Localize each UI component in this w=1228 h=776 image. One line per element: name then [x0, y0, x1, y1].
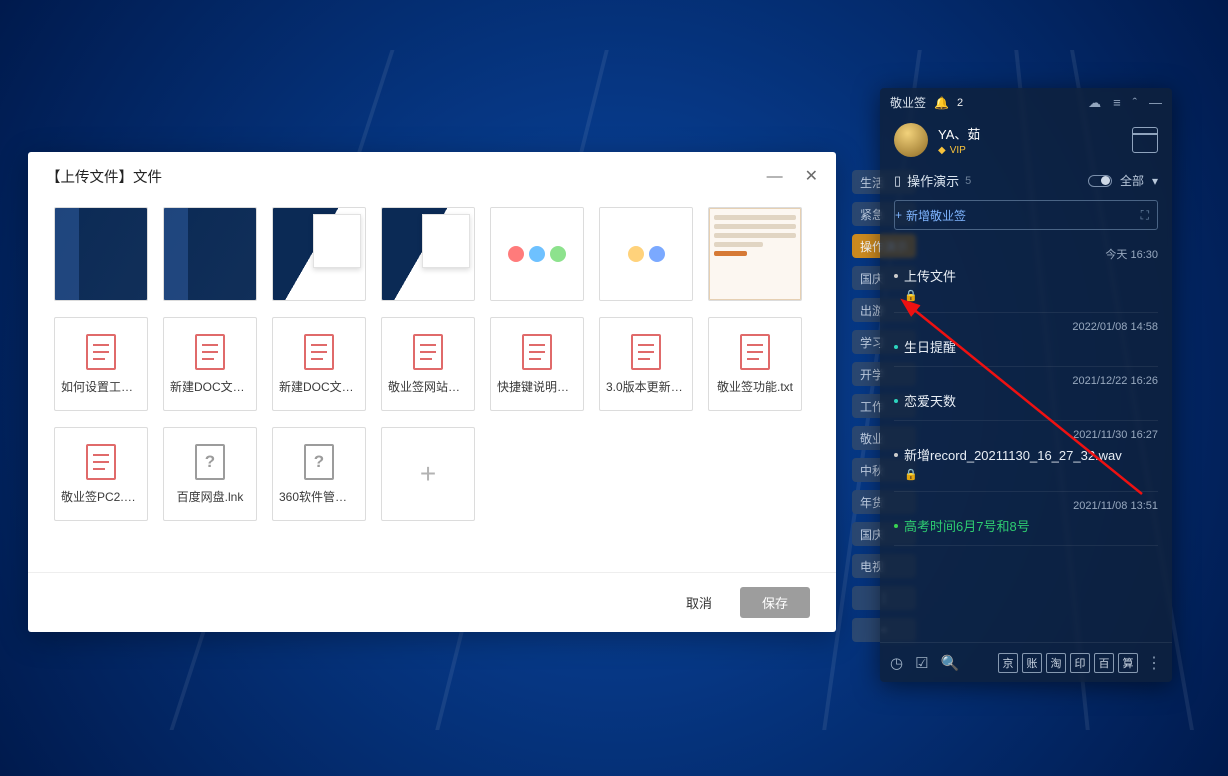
- file-tile[interactable]: ?360软件管家.lnk: [272, 427, 366, 521]
- note-item[interactable]: 2021/12/22 16:26 恋爱天数: [894, 367, 1158, 421]
- file-thumbnail-selected[interactable]: [708, 207, 802, 301]
- note-timestamp: 今天 16:30: [894, 246, 1158, 262]
- file-name: 如何设置工作...: [61, 378, 141, 395]
- section-title: 操作演示: [907, 171, 959, 190]
- note-timestamp: 2021/12/22 16:26: [894, 375, 1158, 387]
- file-tile[interactable]: ?百度网盘.lnk: [163, 427, 257, 521]
- lock-icon: 🔒: [904, 289, 1158, 302]
- file-tile[interactable]: 新建DOC文档(...: [163, 317, 257, 411]
- shortcut-button[interactable]: 京: [998, 653, 1018, 673]
- note-timestamp: 2021/11/08 13:51: [894, 500, 1158, 512]
- file-name: 新建DOC文档(...: [279, 378, 359, 395]
- file-name: 新建DOC文档(...: [170, 378, 250, 395]
- add-note-button[interactable]: + 新增敬业签 ⛶: [894, 200, 1158, 230]
- list-icon[interactable]: ≡: [1113, 95, 1121, 111]
- section-count: 5: [965, 175, 971, 187]
- save-button[interactable]: 保存: [740, 587, 810, 618]
- app-name: 敬业签: [890, 94, 926, 111]
- app-panel: 敬业签 🔔 2 ☁ ≡ ˆ — YA、茹 ◆ VIP ▯ 操作演示 5 全部 ▾: [880, 88, 1172, 682]
- close-button[interactable]: ✕: [805, 169, 818, 185]
- file-thumbnail[interactable]: [490, 207, 584, 301]
- file-thumbnail[interactable]: [163, 207, 257, 301]
- avatar[interactable]: [894, 123, 928, 157]
- expand-icon[interactable]: ⛶: [1141, 208, 1149, 223]
- file-name: 快捷键说明书...: [497, 378, 577, 395]
- chevron-down-icon[interactable]: ▾: [1152, 174, 1158, 188]
- add-note-label: 新增敬业签: [906, 207, 966, 224]
- chevron-up-icon[interactable]: ˆ: [1133, 95, 1137, 111]
- note-text: 新增record_20211130_16_27_32.wav: [904, 445, 1122, 464]
- notif-count: 2: [957, 97, 963, 109]
- shortcut-button[interactable]: 账: [1022, 653, 1042, 673]
- shortcut-button[interactable]: 淘: [1046, 653, 1066, 673]
- file-tile[interactable]: 敬业签PC2.9.0...: [54, 427, 148, 521]
- note-timestamp: 2021/11/30 16:27: [894, 429, 1158, 441]
- lock-icon: 🔒: [904, 468, 1158, 481]
- file-name: 3.0版本更新会...: [606, 378, 686, 395]
- file-tile[interactable]: 敬业签网站账...: [381, 317, 475, 411]
- minimize-icon[interactable]: —: [1149, 95, 1162, 111]
- cancel-button[interactable]: 取消: [674, 587, 724, 618]
- note-text: 恋爱天数: [904, 391, 956, 410]
- note-text: 生日提醒: [904, 337, 956, 356]
- vip-label: VIP: [950, 145, 966, 156]
- plus-icon: +: [895, 208, 902, 222]
- toggle-switch[interactable]: [1088, 175, 1112, 187]
- more-icon[interactable]: ⋮: [1146, 653, 1162, 673]
- shortcut-button[interactable]: 百: [1094, 653, 1114, 673]
- note-text: 高考时间6月7号和8号: [904, 516, 1030, 535]
- file-tile[interactable]: 新建DOC文档(...: [272, 317, 366, 411]
- note-list: 今天 16:30 上传文件 🔒 2022/01/08 14:58 生日提醒 20…: [880, 238, 1172, 642]
- file-tile[interactable]: 敬业签功能.txt: [708, 317, 802, 411]
- bell-icon[interactable]: 🔔: [934, 96, 949, 110]
- bookmark-icon: ▯: [894, 173, 901, 189]
- file-thumbnail[interactable]: [54, 207, 148, 301]
- file-name: 敬业签功能.txt: [715, 378, 795, 395]
- note-item[interactable]: 2021/11/08 13:51 高考时间6月7号和8号: [894, 492, 1158, 546]
- file-tile[interactable]: 3.0版本更新会...: [599, 317, 693, 411]
- add-file-button[interactable]: +: [381, 427, 475, 521]
- calendar-icon[interactable]: [1132, 127, 1158, 153]
- cloud-icon[interactable]: ☁: [1088, 95, 1101, 111]
- file-thumbnail[interactable]: [272, 207, 366, 301]
- file-name: 敬业签PC2.9.0...: [61, 488, 141, 505]
- note-text: 上传文件: [904, 266, 956, 285]
- check-icon[interactable]: ☑: [915, 654, 928, 672]
- shortcut-button[interactable]: 算: [1118, 653, 1138, 673]
- minimize-button[interactable]: —: [767, 169, 783, 185]
- note-item[interactable]: 今天 16:30 上传文件 🔒: [894, 238, 1158, 313]
- filter-label[interactable]: 全部: [1120, 172, 1144, 189]
- file-thumbnail[interactable]: [599, 207, 693, 301]
- shortcut-button[interactable]: 印: [1070, 653, 1090, 673]
- upload-dialog: 【上传文件】文件 — ✕ 如何设置工作... 新建DOC文档(... 新建DOC…: [28, 152, 836, 632]
- clock-icon[interactable]: ◷: [890, 654, 903, 672]
- vip-diamond-icon: ◆: [938, 145, 946, 156]
- file-name: 360软件管家.lnk: [279, 488, 359, 505]
- file-name: 百度网盘.lnk: [170, 488, 250, 505]
- file-name: 敬业签网站账...: [388, 378, 468, 395]
- note-item[interactable]: 2022/01/08 14:58 生日提醒: [894, 313, 1158, 367]
- user-name: YA、茹: [938, 124, 980, 143]
- file-thumbnail[interactable]: [381, 207, 475, 301]
- file-tile[interactable]: 快捷键说明书...: [490, 317, 584, 411]
- note-timestamp: 2022/01/08 14:58: [894, 321, 1158, 333]
- dialog-title: 【上传文件】文件: [46, 166, 162, 187]
- file-tile[interactable]: 如何设置工作...: [54, 317, 148, 411]
- search-icon[interactable]: 🔍: [941, 654, 960, 672]
- note-item[interactable]: 2021/11/30 16:27 新增record_20211130_16_27…: [894, 421, 1158, 492]
